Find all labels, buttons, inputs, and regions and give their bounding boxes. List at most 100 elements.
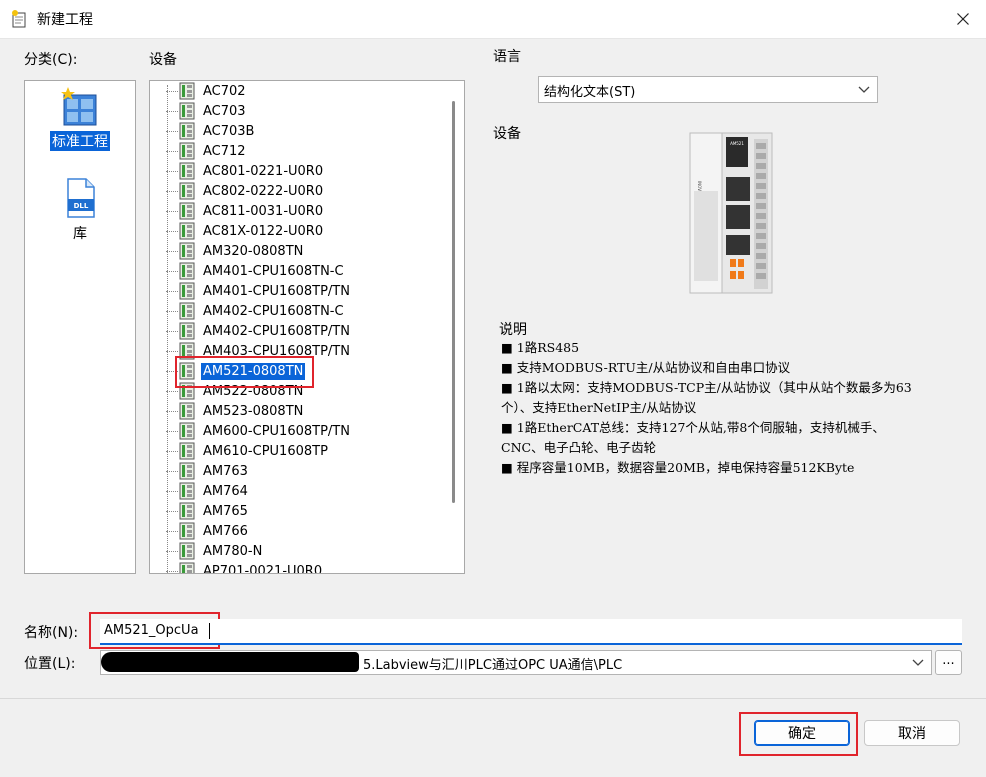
plc-device-icon — [179, 502, 195, 520]
tree-connector — [166, 270, 178, 272]
device-item[interactable]: AM763 — [166, 461, 446, 481]
plc-device-icon — [179, 222, 195, 240]
device-list-label: 设备 — [149, 52, 177, 68]
location-combo[interactable]: 5.Labview与汇川PLC通过OPC UA通信\PLC — [100, 650, 932, 675]
close-icon — [957, 13, 969, 25]
device-item-label: AP701-0021-U0R0 — [203, 563, 323, 574]
description-line: ■ 支持MODBUS-RTU主/从站协议和自由串口协议 — [501, 360, 791, 375]
plc-device-icon — [179, 322, 195, 340]
plc-device-icon — [179, 122, 195, 140]
tree-connector — [166, 110, 178, 112]
tree-connector — [166, 310, 178, 312]
plc-device-icon — [179, 302, 195, 320]
tree-connector — [166, 130, 178, 132]
device-item[interactable]: AM766 — [166, 521, 446, 541]
chevron-down-icon — [912, 659, 924, 666]
device-item[interactable]: AM401-CPU1608TN-C — [166, 261, 446, 281]
plc-device-icon — [179, 142, 195, 160]
device-item[interactable]: AM523-0808TN — [166, 401, 446, 421]
language-value: 结构化文本(ST) — [544, 85, 636, 100]
device-item[interactable]: AC712 — [166, 141, 446, 161]
device-item[interactable]: AC801-0221-U0R0 — [166, 161, 446, 181]
device-item[interactable]: AM765 — [166, 501, 446, 521]
device-item-label: AM320-0808TN — [203, 243, 304, 259]
device-item[interactable]: AM610-CPU1608TP — [166, 441, 446, 461]
tree-connector — [166, 330, 178, 332]
name-value: AM521_OpcUa — [104, 623, 199, 638]
device-item-label: AC802-0222-U0R0 — [203, 183, 324, 199]
cancel-button[interactable]: 取消 — [864, 720, 960, 746]
plc-device-icon — [179, 82, 195, 100]
category-label-standard: 标准工程 — [50, 131, 110, 151]
new-project-icon — [12, 10, 26, 28]
name-input[interactable]: AM521_OpcUa — [100, 619, 962, 645]
highlight-selected-device — [175, 356, 314, 388]
plc-device-icon — [179, 462, 195, 480]
device-item[interactable]: AM780-N — [166, 541, 446, 561]
device-item[interactable]: AC811-0031-U0R0 — [166, 201, 446, 221]
tree-connector — [166, 410, 178, 412]
device-item[interactable]: AM401-CPU1608TP/TN — [166, 281, 446, 301]
device-item[interactable]: AM320-0808TN — [166, 241, 446, 261]
device-item-label: AC801-0221-U0R0 — [203, 163, 324, 179]
device-item-label: AM610-CPU1608TP — [203, 443, 328, 459]
device-item[interactable]: AC802-0222-U0R0 — [166, 181, 446, 201]
device-item-label: AM402-CPU1608TN-C — [203, 303, 344, 319]
device-item[interactable]: AM600-CPU1608TP/TN — [166, 421, 446, 441]
device-item[interactable]: AC702 — [166, 81, 446, 101]
description-line: CNC、电子凸轮、电子齿轮 — [501, 440, 657, 455]
plc-device-icon — [179, 522, 195, 540]
title-bar: 新建工程 — [0, 0, 986, 39]
location-value: 5.Labview与汇川PLC通过OPC UA通信\PLC — [363, 658, 623, 673]
device-item-label: AM766 — [203, 523, 248, 539]
language-select[interactable]: 结构化文本(ST) — [538, 76, 878, 103]
device-item[interactable]: AC81X-0122-U0R0 — [166, 221, 446, 241]
device-description: ■ 1路RS485 ■ 支持MODBUS-RTU主/从站协议和自由串口协议 ■ … — [501, 338, 971, 478]
device-item-label: AM765 — [203, 503, 248, 519]
plc-device-icon — [179, 162, 195, 180]
plc-device-icon — [179, 442, 195, 460]
device-item[interactable]: AM764 — [166, 481, 446, 501]
description-label: 说明 — [499, 322, 527, 338]
close-button[interactable] — [940, 0, 986, 38]
device-item-label: AM600-CPU1608TP/TN — [203, 423, 350, 439]
plc-device-icon — [179, 102, 195, 120]
chevron-down-icon — [858, 86, 870, 93]
plc-device-icon — [179, 202, 195, 220]
device-item[interactable]: AP701-0021-U0R0 — [166, 561, 446, 574]
category-library[interactable]: DLL 库 — [25, 177, 135, 243]
window-title: 新建工程 — [37, 12, 93, 28]
category-standard-project[interactable]: 标准工程 — [25, 85, 135, 151]
tree-connector — [166, 470, 178, 472]
tree-connector — [166, 190, 178, 192]
description-line: ■ 1路RS485 — [501, 340, 580, 355]
browse-button[interactable]: ... — [935, 650, 962, 675]
tree-connector — [166, 570, 178, 572]
device-model-text: AM521 — [730, 141, 744, 146]
plc-device-icon — [179, 542, 195, 560]
device-item[interactable]: AC703 — [166, 101, 446, 121]
plc-device-icon — [179, 402, 195, 420]
description-line: ■ 1路EtherCAT总线：支持127个从站,带8个伺服轴，支持机械手、 — [501, 420, 885, 435]
device-item[interactable]: AM402-CPU1608TP/TN — [166, 321, 446, 341]
device-preview-label: 设备 — [493, 126, 521, 142]
device-item[interactable]: AM402-CPU1608TN-C — [166, 301, 446, 321]
device-item-label: AC703B — [203, 123, 255, 139]
tree-connector — [166, 550, 178, 552]
device-item-label: AM401-CPU1608TN-C — [203, 263, 344, 279]
device-item[interactable]: AC703B — [166, 121, 446, 141]
device-tree[interactable]: AC702 AC703 AC703B AC712 AC801-0221-U0R0 AC80… — [149, 80, 465, 574]
redacted-path — [101, 652, 359, 672]
device-image: AM521 INOVANCE — [689, 132, 773, 294]
tree-connector — [166, 510, 178, 512]
tree-connector — [166, 230, 178, 232]
tree-connector — [166, 530, 178, 532]
device-tree-scrollbar[interactable] — [452, 101, 455, 503]
tree-connector — [166, 490, 178, 492]
plc-device-icon — [179, 242, 195, 260]
plc-device-icon — [179, 562, 195, 573]
ok-button[interactable]: 确定 — [754, 720, 850, 746]
plc-device-icon — [179, 182, 195, 200]
device-item-label: AM402-CPU1608TP/TN — [203, 323, 350, 339]
plc-device-icon — [179, 282, 195, 300]
